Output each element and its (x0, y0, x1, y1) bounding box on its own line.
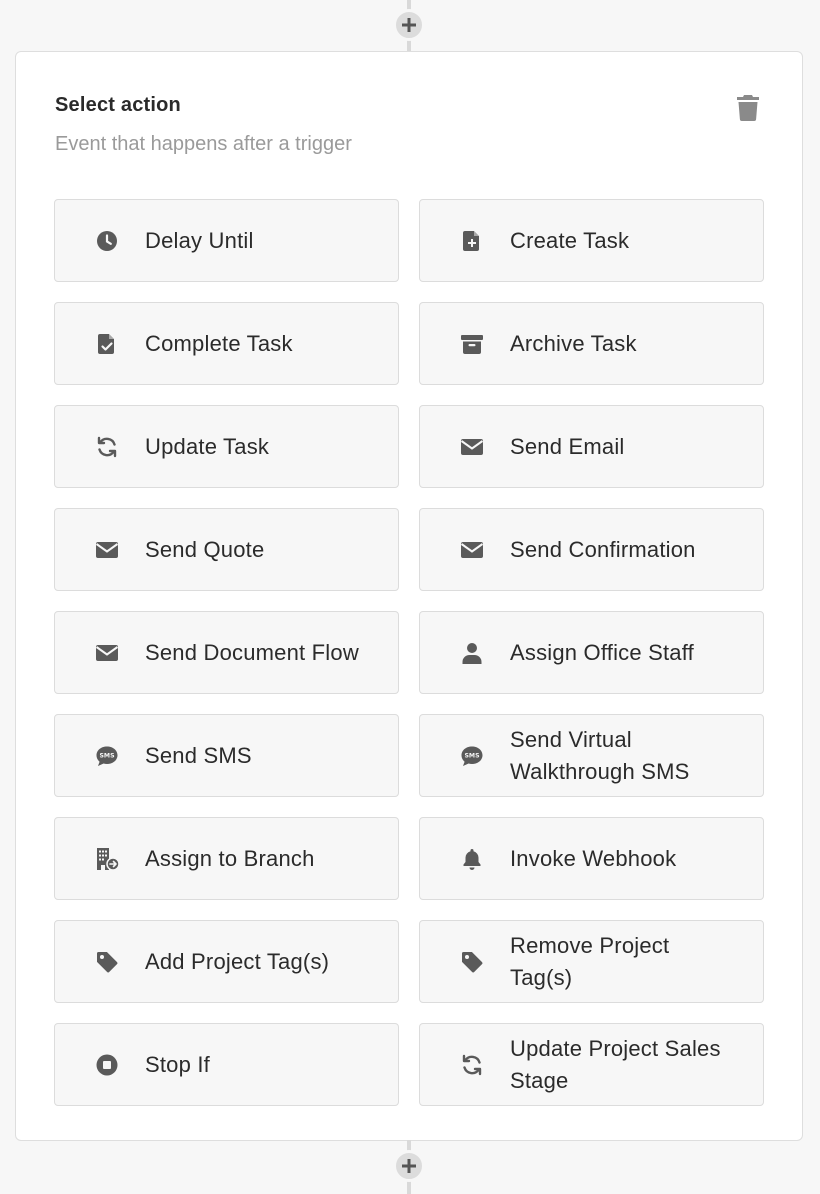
action-label: Send Confirmation (510, 536, 696, 562)
action-add-project-tags[interactable]: Add Project Tag(s) (54, 920, 399, 1003)
action-assign-office-staff[interactable]: Assign Office Staff (419, 611, 764, 694)
action-label: Assign to Branch (145, 845, 315, 871)
action-assign-to-branch[interactable]: Assign to Branch (54, 817, 399, 900)
action-update-task[interactable]: Update Task (54, 405, 399, 488)
action-label: Send Quote (145, 536, 265, 562)
action-label: Send Virtual Walkthrough SMS (510, 726, 690, 784)
bell-icon (459, 846, 485, 872)
action-label: Send Document Flow (145, 639, 359, 665)
action-create-task[interactable]: Create Task (419, 199, 764, 282)
action-send-quote[interactable]: Send Quote (54, 508, 399, 591)
refresh-icon (459, 1052, 485, 1078)
svg-text:SMS: SMS (464, 752, 479, 759)
action-complete-task[interactable]: Complete Task (54, 302, 399, 385)
svg-text:SMS: SMS (99, 752, 114, 759)
action-label: Send SMS (145, 742, 252, 768)
action-label: Complete Task (145, 330, 293, 356)
action-grid: Delay Until Create Task Complete Task Archi… (54, 199, 764, 1106)
plus-icon (402, 18, 416, 32)
action-label: Stop If (145, 1051, 210, 1077)
action-send-sms[interactable]: SMS Send SMS (54, 714, 399, 797)
card-subtitle: Event that happens after a trigger (55, 133, 352, 155)
delete-button[interactable] (735, 93, 761, 123)
select-action-card: Select action Event that happens after a… (15, 51, 803, 1141)
action-label: Invoke Webhook (510, 845, 677, 871)
action-send-virtual-walkthrough-sms[interactable]: SMS Send Virtual Walkthrough SMS (419, 714, 764, 797)
action-label: Add Project Tag(s) (145, 948, 330, 974)
action-send-document-flow[interactable]: Send Document Flow (54, 611, 399, 694)
sms-icon: SMS (94, 743, 120, 769)
file-plus-icon (459, 228, 485, 254)
action-label: Send Email (510, 433, 625, 459)
clock-icon (94, 228, 120, 254)
tag-icon (94, 949, 120, 975)
action-label: Delay Until (145, 227, 254, 253)
archive-icon (459, 331, 485, 357)
user-icon (459, 640, 485, 666)
building-arrow-icon (94, 846, 120, 872)
file-check-icon (94, 331, 120, 357)
envelope-icon (459, 434, 485, 460)
card-title: Select action (55, 94, 181, 116)
action-label: Create Task (510, 227, 630, 253)
action-remove-project-tags[interactable]: Remove Project Tag(s) (419, 920, 764, 1003)
stop-circle-icon (94, 1052, 120, 1078)
action-delay-until[interactable]: Delay Until (54, 199, 399, 282)
action-send-confirmation[interactable]: Send Confirmation (419, 508, 764, 591)
action-stop-if[interactable]: Stop If (54, 1023, 399, 1106)
action-update-project-sales-stage[interactable]: Update Project Sales Stage (419, 1023, 764, 1106)
action-label: Assign Office Staff (510, 639, 694, 665)
refresh-icon (94, 434, 120, 460)
action-label: Archive Task (510, 330, 637, 356)
action-archive-task[interactable]: Archive Task (419, 302, 764, 385)
sms-icon: SMS (459, 743, 485, 769)
action-send-email[interactable]: Send Email (419, 405, 764, 488)
action-label: Remove Project Tag(s) (510, 932, 670, 990)
plus-icon (402, 1159, 416, 1173)
add-step-button-bottom[interactable] (393, 1150, 425, 1182)
action-label: Update Task (145, 433, 270, 459)
envelope-icon (94, 537, 120, 563)
tag-icon (459, 949, 485, 975)
envelope-icon (459, 537, 485, 563)
action-invoke-webhook[interactable]: Invoke Webhook (419, 817, 764, 900)
action-label: Update Project Sales Stage (510, 1035, 721, 1093)
envelope-icon (94, 640, 120, 666)
trash-icon (737, 95, 759, 121)
add-step-button-top[interactable] (393, 9, 425, 41)
